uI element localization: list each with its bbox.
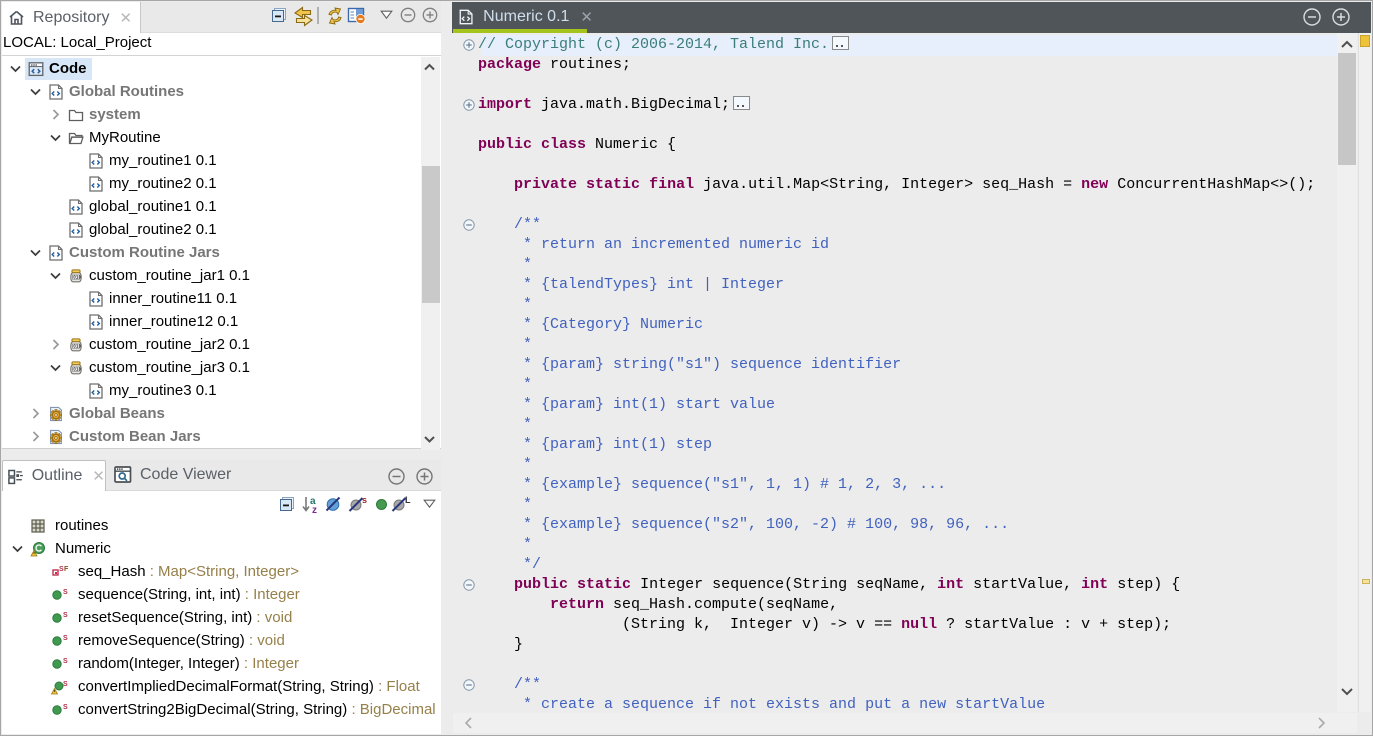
svg-text:S: S (63, 612, 68, 619)
svg-text:S: S (63, 704, 68, 711)
svg-text:S: S (63, 658, 68, 665)
svg-text:010: 010 (73, 366, 81, 371)
svg-text:S: S (63, 681, 68, 688)
svg-text:L: L (405, 495, 411, 505)
svg-text:F: F (64, 566, 69, 573)
svg-text:010: 010 (73, 343, 81, 348)
svg-text:s: s (362, 495, 367, 505)
svg-text:S: S (63, 589, 68, 596)
svg-text:010: 010 (73, 274, 81, 279)
svg-text:S: S (63, 635, 68, 642)
